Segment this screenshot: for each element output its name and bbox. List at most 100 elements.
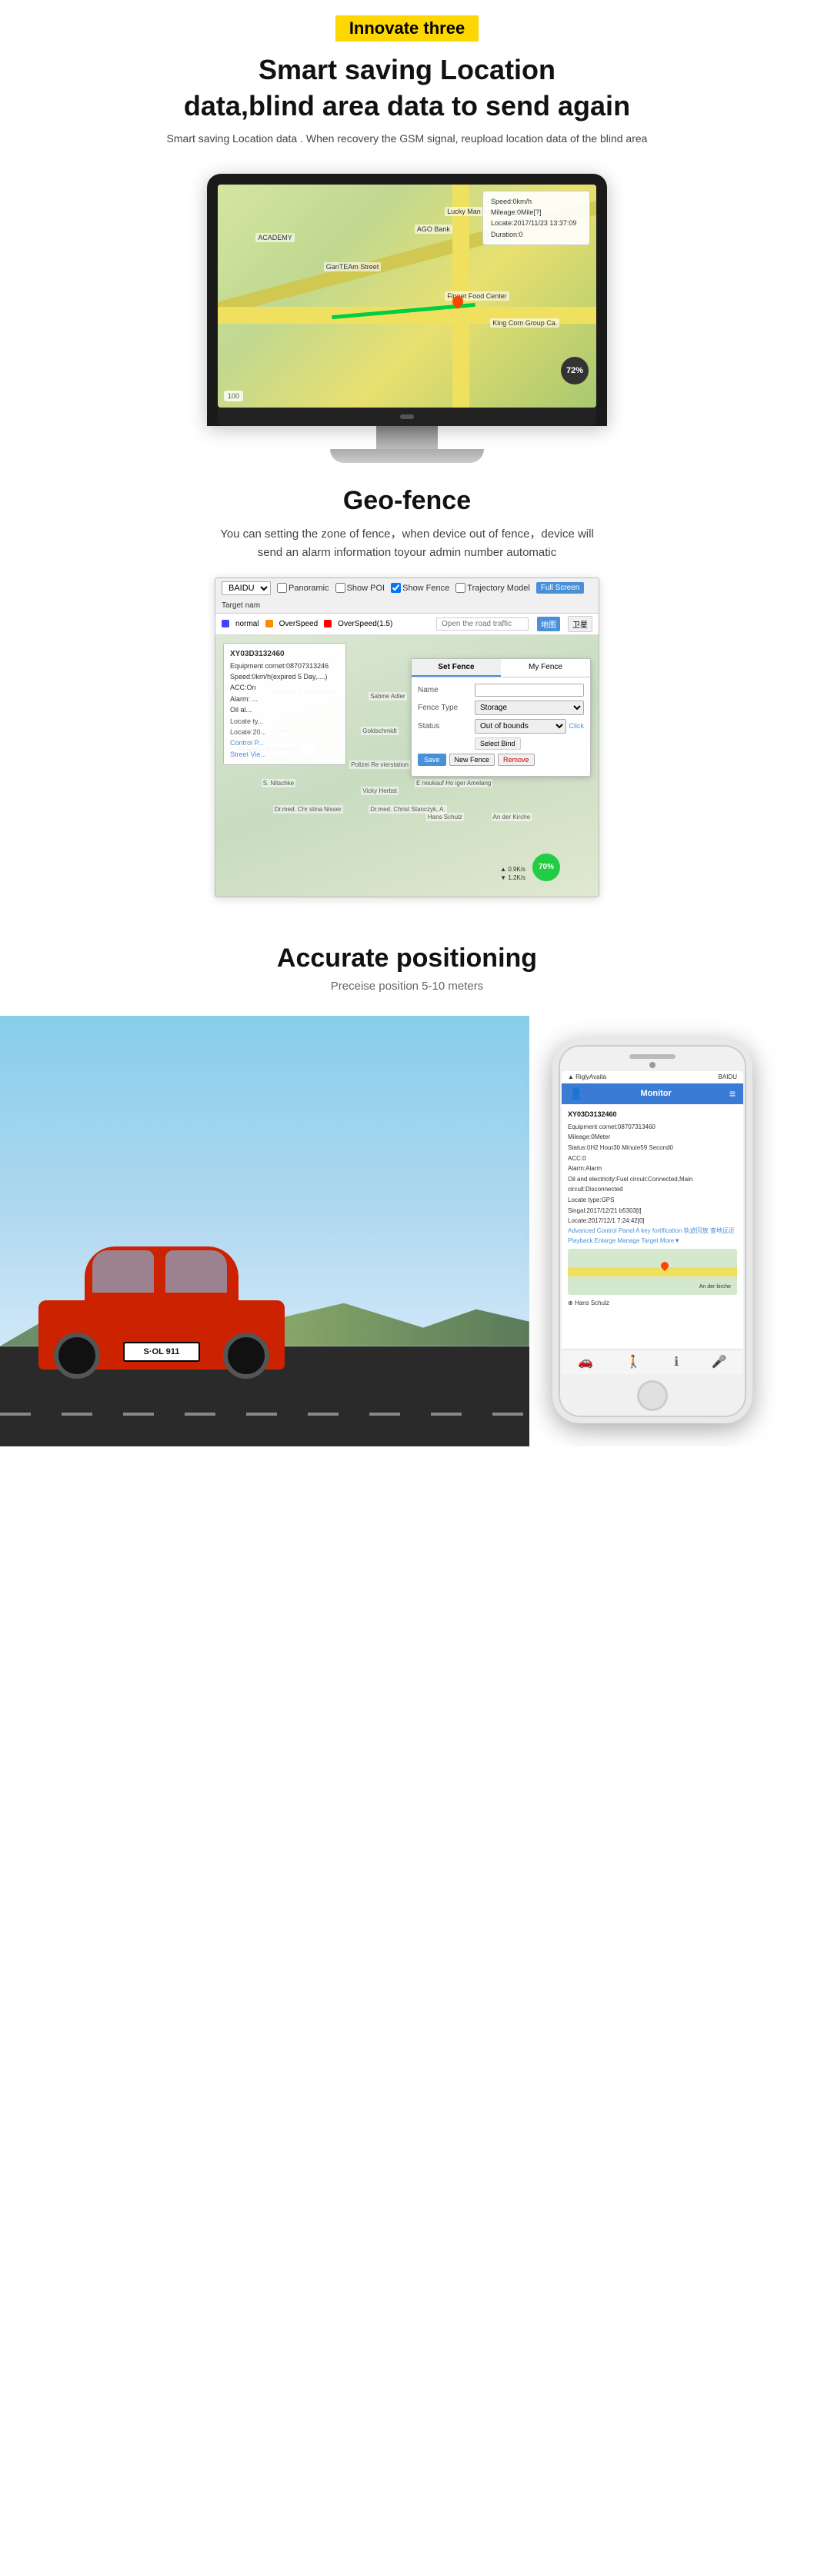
tab-my-fence[interactable]: My Fence: [501, 659, 590, 677]
phone-screen: ▲ RiglyAvaita BAIDU 👤 Monitor ≡ XY03D313…: [562, 1071, 743, 1374]
phone-map-mini: An der kirche: [568, 1249, 737, 1295]
vehicle-speed: Speed:0km/h(expired 5 Day,....): [230, 671, 339, 682]
phone-nav-mic[interactable]: 🎤: [712, 1354, 727, 1370]
map-provider-select[interactable]: BAIDU: [222, 581, 271, 595]
car-license-plate: S·OL 911: [123, 1342, 200, 1362]
geofence-legend: normal OverSpeed OverSpeed(1.5) 地图 卫星: [215, 614, 599, 635]
select-bind-btn[interactable]: Select Bind: [475, 737, 521, 750]
phone-nav-info[interactable]: ℹ: [674, 1354, 679, 1370]
phone-acc: ACC:0: [568, 1153, 737, 1164]
geofence-ui-container: BAIDU Panoramic Show POI Show Fence Traj…: [0, 577, 814, 897]
street-label-2: GanTEAm Street: [324, 262, 382, 271]
phone-status: Status:0H2 Hour30 Minute59 Second0: [568, 1143, 737, 1153]
fence-name-label: Name: [418, 686, 472, 694]
trajectory-label[interactable]: Trajectory Model: [455, 583, 530, 593]
phone-equipment: Equipment cornet:08707313460: [568, 1122, 737, 1133]
phone-device-id: XY03D3132460: [568, 1109, 737, 1120]
monitor-stand-base: [330, 449, 484, 463]
phone-wrap: ▲ RiglyAvaita BAIDU 👤 Monitor ≡ XY03D313…: [552, 1039, 752, 1423]
phone-bottom-nav: 🚗 🚶 ℹ 🎤: [562, 1349, 743, 1374]
tab-set-fence[interactable]: Set Fence: [412, 659, 501, 677]
geofence-toolbar: BAIDU Panoramic Show POI Show Fence Traj…: [215, 578, 599, 614]
panoramic-checkbox[interactable]: [277, 583, 287, 593]
vehicle-streetview[interactable]: Street Vie...: [230, 749, 339, 760]
phone-playback[interactable]: Playback Enlarge Manage Target More▼: [568, 1236, 737, 1246]
fence-type-select[interactable]: Storage: [475, 701, 584, 715]
accurate-description: Preceise position 5-10 meters: [62, 980, 752, 993]
fence-form: Name Fence Type Storage Status: [412, 677, 590, 776]
fence-status-select[interactable]: Out of bounds: [475, 719, 566, 734]
monitor-bottom-bar: [218, 408, 596, 426]
geofence-description: You can setting the zone of fence，when d…: [62, 525, 752, 562]
show-fence-checkbox[interactable]: [391, 583, 401, 593]
phone-nav-person[interactable]: 🚶: [626, 1354, 642, 1370]
car-background: S·OL 911: [0, 1016, 529, 1446]
fence-name-input[interactable]: [475, 684, 584, 697]
phone-outer: ▲ RiglyAvaita BAIDU 👤 Monitor ≡ XY03D313…: [552, 1039, 752, 1423]
car-window-left: [92, 1250, 154, 1293]
vehicle-locate: Locate ty...: [230, 716, 339, 727]
fence-save-btn[interactable]: Save: [418, 754, 446, 766]
map-zoom: 100: [224, 391, 243, 401]
panoramic-checkbox-label[interactable]: Panoramic: [277, 583, 329, 593]
open-road-traffic-input[interactable]: [436, 617, 529, 631]
phone-nav-car[interactable]: 🚗: [578, 1354, 593, 1370]
car-wheel-left: [54, 1333, 100, 1379]
vehicle-oil: Oil al...: [230, 704, 339, 715]
phone-status-bar: ▲ RiglyAvaita BAIDU: [562, 1071, 743, 1083]
target-name-label: Target nam: [222, 601, 260, 610]
vehicle-locate2: Locate:20...: [230, 727, 339, 737]
show-poi-checkbox[interactable]: [335, 583, 345, 593]
phone-map-road: [568, 1267, 737, 1276]
innovate-section: Innovate three Smart saving Location dat…: [0, 0, 814, 166]
map-background: ACADEMY GanTEAm Street AGO Bank Lucky Ma…: [218, 185, 596, 408]
geofence-percent-circle: 70%: [532, 854, 560, 881]
phone-signal: Singal:2017/12/21 b5303[t]: [568, 1206, 737, 1216]
click-label[interactable]: Click: [569, 722, 585, 730]
gf-street-7: Polizei Re vierstation: [349, 760, 410, 769]
street-label-3: AGO Bank: [415, 225, 452, 234]
legend-overspeed-dot: [265, 620, 273, 627]
car-wheel-right: [223, 1333, 269, 1379]
geofence-map: Hartmut G oldschmidt Bistro As tra Quell…: [215, 635, 599, 897]
fence-new-btn[interactable]: New Fence: [449, 754, 495, 766]
monitor-screen: ACADEMY GanTEAm Street AGO Bank Lucky Ma…: [218, 185, 596, 408]
geofence-section: Geo-fence You can setting the zone of fe…: [0, 478, 814, 577]
show-fence-label[interactable]: Show Fence: [391, 583, 449, 593]
fence-remove-btn[interactable]: Remove: [498, 754, 535, 766]
geofence-title: Geo-fence: [62, 486, 752, 516]
gf-street-15: An der Kirche: [492, 813, 532, 821]
trajectory-checkbox[interactable]: [455, 583, 465, 593]
gf-street-6: Goldschmidt: [361, 727, 398, 735]
phone-menu-icon[interactable]: ≡: [729, 1087, 736, 1100]
car-silhouette: S·OL 911: [23, 1231, 300, 1370]
baidu-btn[interactable]: 地图: [537, 617, 560, 631]
legend-normal-dot: [222, 620, 229, 627]
legend-overspeed-label: OverSpeed: [279, 620, 319, 628]
phone-camera: [649, 1062, 656, 1068]
geofence-map-background: Hartmut G oldschmidt Bistro As tra Quell…: [215, 635, 599, 897]
phone-content: XY03D3132460 Equipment cornet:0870731346…: [562, 1104, 743, 1349]
fence-status-row: Status Out of bounds Click: [418, 719, 584, 734]
fence-status-label: Status: [418, 722, 472, 731]
fullscreen-button[interactable]: Full Screen: [536, 582, 585, 594]
accurate-section: Accurate positioning Preceise position 5…: [0, 920, 814, 1008]
phone-home-button[interactable]: [637, 1380, 668, 1411]
set-fence-dialog: Set Fence My Fence Name Fence Type Stora…: [411, 658, 591, 777]
legend-overspeed15-dot: [324, 620, 332, 627]
gf-street-13: E neukauf Ho iger Amelang: [415, 779, 492, 787]
show-poi-label[interactable]: Show POI: [335, 583, 385, 593]
gf-street-14: Hans Schulz: [426, 813, 464, 821]
map-info-panel: Speed:0km/h Mileage:0Mile[?] Locate:2017…: [482, 191, 590, 246]
gf-street-4: Dr.med. Chr stina Nisser: [273, 805, 343, 814]
satellite-btn[interactable]: 卫星: [568, 616, 592, 632]
vehicle-control[interactable]: Control P...: [230, 737, 339, 748]
fence-action-row: Save New Fence Remove: [418, 754, 584, 766]
street-label-6: King Corn Group Ca.: [490, 318, 559, 328]
innovate-description: Smart saving Location data . When recove…: [31, 132, 783, 145]
phone-advanced[interactable]: Advanced Control Panel A key fortificati…: [568, 1226, 737, 1236]
phone-speaker: [629, 1054, 676, 1059]
monitor-power-button: [400, 414, 414, 419]
phone-oil: Oil and electricity:Fuel circuit:Connect…: [568, 1174, 737, 1195]
phone-locate: Locate:2017/12/1 7:24:42[0]: [568, 1216, 737, 1226]
